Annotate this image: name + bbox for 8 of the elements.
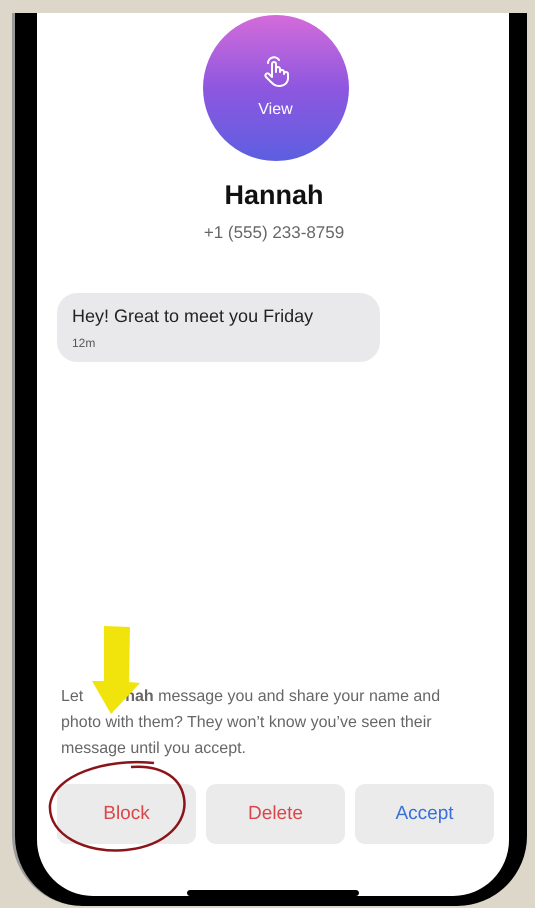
contact-phone: +1 (555) 233-8759 [204,222,344,244]
contact-name: Hannah [224,179,324,212]
action-button[interactable]: Block [57,784,196,844]
action-button[interactable]: Delete [206,784,345,844]
avatar-view-button[interactable]: View [202,15,348,161]
message-text: Hey! Great to meet you Friday [72,305,314,328]
action-button[interactable]: Accept [355,784,494,844]
message-time: 12m [72,335,96,352]
